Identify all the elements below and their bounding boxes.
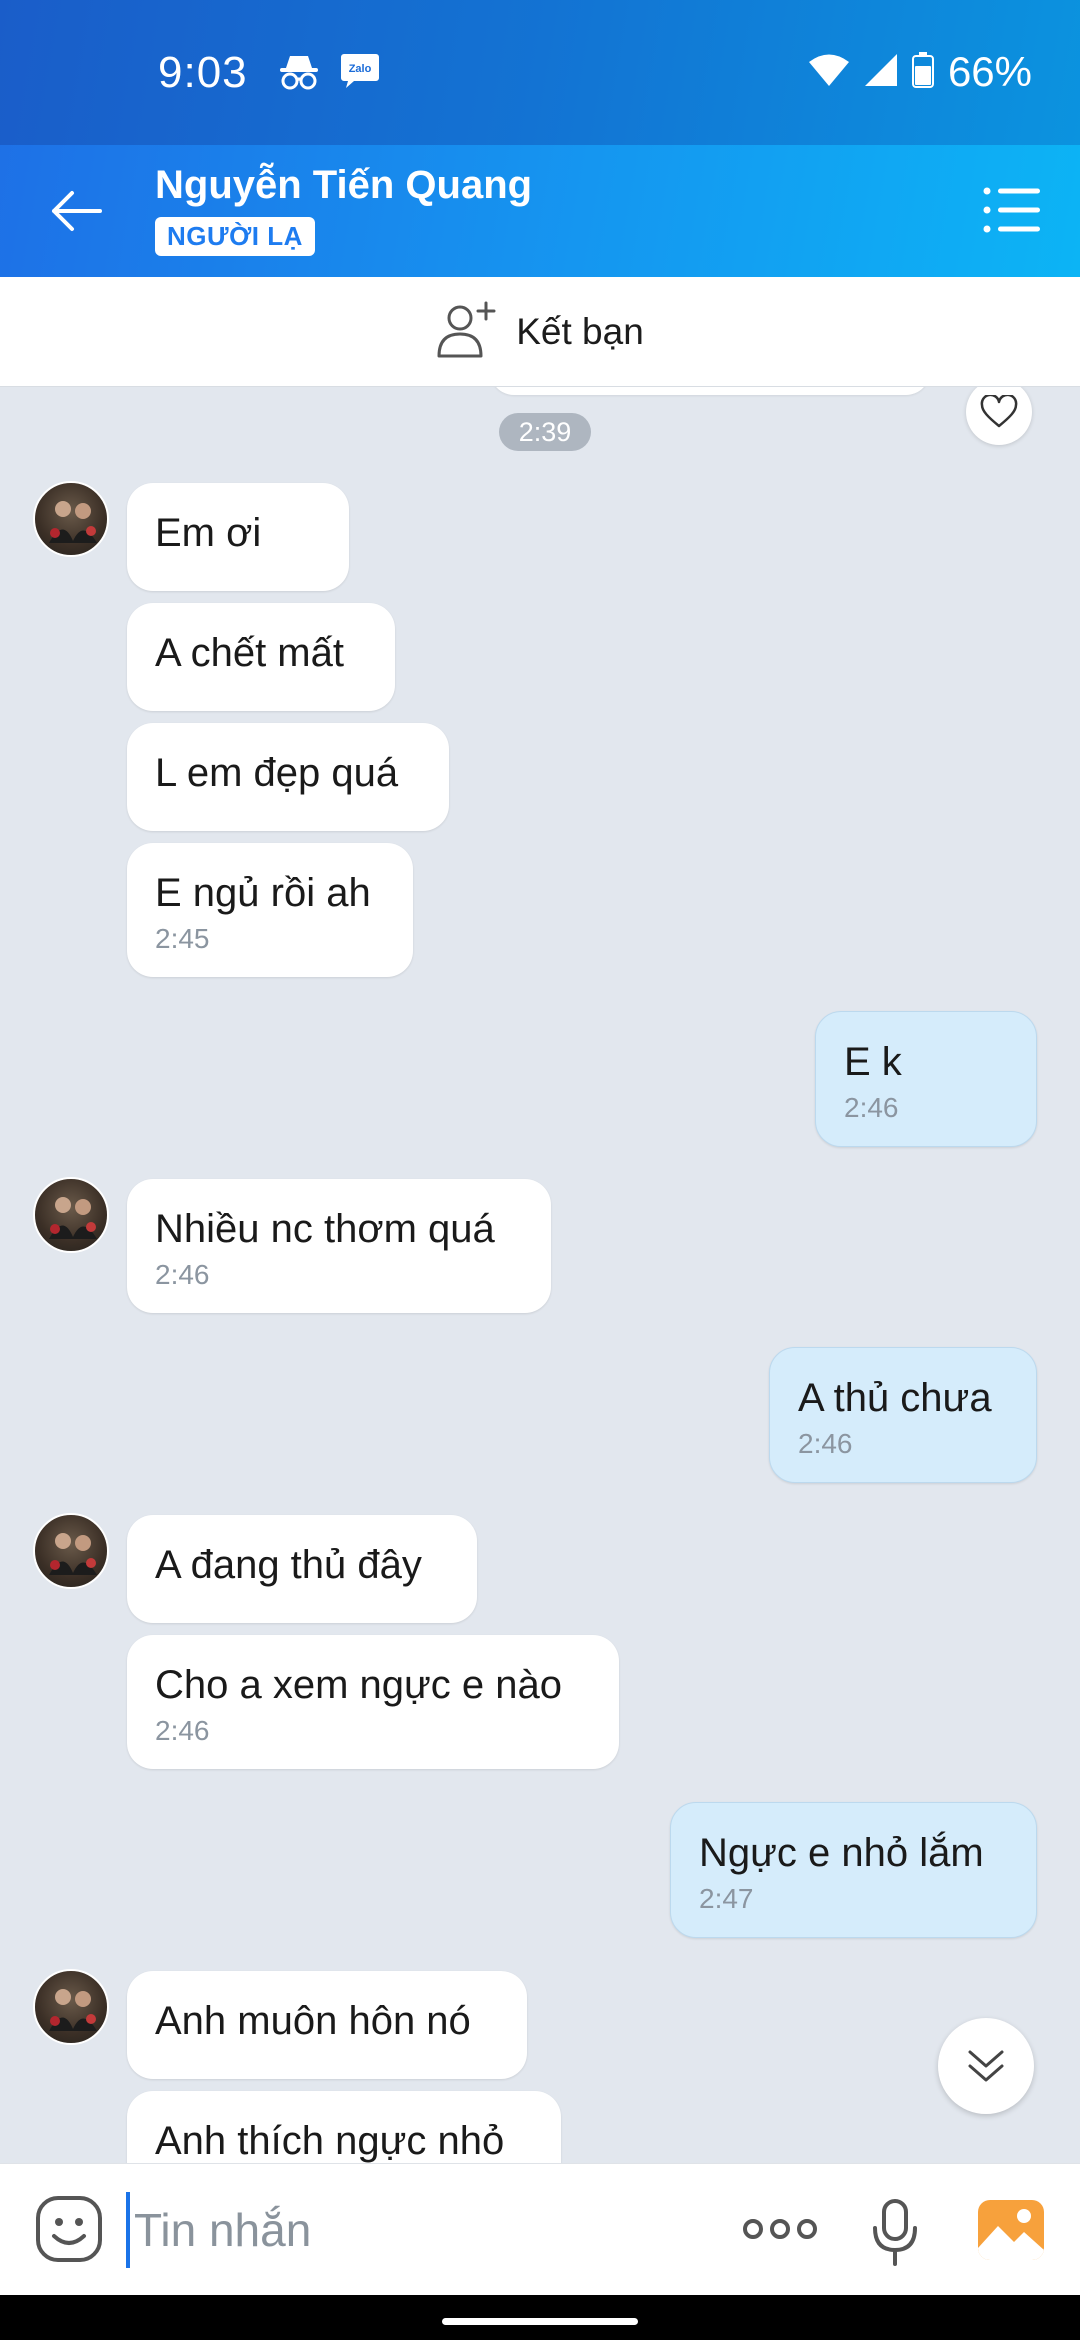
- voice-message-button[interactable]: [870, 2198, 920, 2271]
- avatar-photo: [49, 1989, 97, 2031]
- message-text: Em ơi: [155, 511, 262, 555]
- message-bubble[interactable]: A chết mất: [127, 603, 395, 711]
- message-list[interactable]: 2:39 Em ơi A chết mất L em đẹp quá E ngủ…: [0, 387, 1080, 2163]
- message-text: Anh muôn hôn nó: [155, 1999, 471, 2043]
- composer: [0, 2163, 1080, 2295]
- message-bubble[interactable]: L em đẹp quá: [127, 723, 449, 831]
- message-text: A thủ chưa: [798, 1376, 992, 1420]
- message-bubble[interactable]: Anh thích ngực nhỏ: [127, 2091, 561, 2163]
- message-bubble[interactable]: Em ơi: [127, 483, 349, 591]
- microphone-icon: [873, 2199, 917, 2266]
- message-text: A chết mất: [155, 631, 344, 675]
- chat-header: 9:03 Zalo 66% Nguyễn Tiến Quang NGƯỜI LẠ: [0, 0, 1080, 277]
- avatar-photo: [49, 501, 97, 543]
- status-bar: 9:03 Zalo 66%: [0, 0, 1080, 145]
- system-nav-bar: [0, 2295, 1080, 2340]
- previous-message-bubble: [490, 387, 930, 395]
- message-bubble[interactable]: Nhiều nc thơm quá 2:46: [127, 1179, 551, 1313]
- double-chevron-down-icon: [968, 2050, 1004, 2082]
- incognito-icon: [278, 52, 320, 97]
- add-friend-button[interactable]: Kết bạn: [0, 277, 1080, 387]
- home-gesture-handle[interactable]: [442, 2318, 638, 2325]
- battery-icon: [911, 51, 934, 93]
- emoji-icon: [36, 2196, 102, 2262]
- battery-percent: 66%: [947, 48, 1032, 95]
- message-time: 2:46: [798, 1428, 853, 1459]
- add-friend-label: Kết bạn: [516, 310, 644, 352]
- signal-icon: [864, 53, 898, 92]
- emoji-button[interactable]: [34, 2194, 104, 2269]
- message-input[interactable]: [126, 2192, 686, 2268]
- message-text: E k: [844, 1040, 902, 1084]
- message-text: Nhiều nc thơm quá: [155, 1207, 495, 1251]
- list-menu-icon: [983, 187, 1040, 233]
- app-bar: Nguyễn Tiến Quang NGƯỜI LẠ: [0, 145, 1080, 277]
- arrow-left-icon: [52, 191, 102, 231]
- message-text: E ngủ rồi ah: [155, 871, 371, 915]
- status-time: 9:03: [158, 48, 248, 97]
- avatar-photo: [49, 1533, 97, 1575]
- message-bubble[interactable]: Anh muôn hôn nó: [127, 1971, 527, 2079]
- more-dots-icon: [743, 2219, 817, 2239]
- message-text: Cho a xem ngực e nào: [155, 1663, 563, 1707]
- avatar[interactable]: [33, 1513, 109, 1589]
- status-right: 66%: [808, 48, 1032, 96]
- more-options-button[interactable]: [742, 2214, 818, 2249]
- message-text: L em đẹp quá: [155, 751, 399, 795]
- message-bubble[interactable]: E ngủ rồi ah 2:45: [127, 843, 413, 977]
- image-icon: [978, 2200, 1044, 2260]
- avatar[interactable]: [33, 1969, 109, 2045]
- scroll-to-bottom-button[interactable]: [938, 2018, 1034, 2114]
- heart-icon: [980, 395, 1018, 428]
- message-time: 2:45: [155, 923, 210, 954]
- add-person-icon: [436, 300, 498, 363]
- send-image-button[interactable]: [976, 2198, 1046, 2267]
- stranger-badge: NGƯỜI LẠ: [155, 217, 315, 256]
- message-time: 2:46: [844, 1092, 899, 1123]
- avatar-photo: [49, 1197, 97, 1239]
- message-text: A đang thủ đây: [155, 1543, 422, 1587]
- menu-button[interactable]: [982, 185, 1042, 235]
- time-separator: 2:39: [499, 413, 591, 451]
- message-time: 2:47: [699, 1883, 754, 1914]
- zalo-notification-icon: Zalo: [340, 52, 380, 95]
- message-time: 2:46: [155, 1715, 210, 1746]
- message-bubble[interactable]: A đang thủ đây: [127, 1515, 477, 1623]
- wifi-icon: [808, 53, 850, 92]
- message-time: 2:46: [155, 1259, 210, 1290]
- back-button[interactable]: [40, 181, 112, 241]
- avatar[interactable]: [33, 481, 109, 557]
- contact-name[interactable]: Nguyễn Tiến Quang: [155, 163, 532, 208]
- avatar[interactable]: [33, 1177, 109, 1253]
- message-bubble[interactable]: Cho a xem ngực e nào 2:46: [127, 1635, 619, 1769]
- react-heart-button[interactable]: [966, 387, 1032, 445]
- svg-text:Zalo: Zalo: [349, 63, 372, 75]
- message-bubble[interactable]: Ngực e nhỏ lắm 2:47: [670, 1802, 1037, 1938]
- message-text: Ngực e nhỏ lắm: [699, 1831, 984, 1875]
- message-bubble[interactable]: A thủ chưa 2:46: [769, 1347, 1037, 1483]
- message-bubble[interactable]: E k 2:46: [815, 1011, 1037, 1147]
- message-text: Anh thích ngực nhỏ: [155, 2119, 505, 2163]
